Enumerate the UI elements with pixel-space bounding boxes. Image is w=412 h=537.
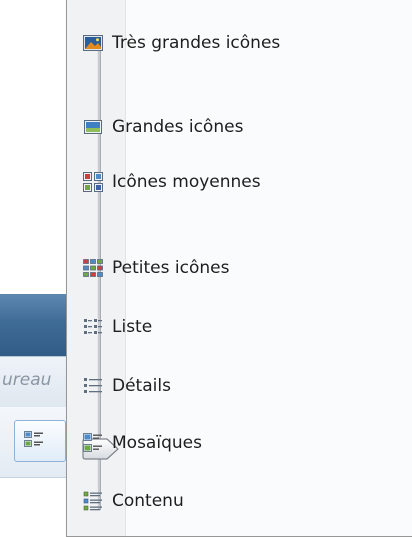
tiles-icon [82,432,104,454]
menu-item-label: Petites icônes [112,258,230,278]
tiles-icon [24,431,43,447]
details-icon [82,375,104,397]
menu-item-label: Icônes moyennes [112,172,261,192]
menu-item-label: Grandes icônes [112,117,244,137]
address-bar-text: ureau [2,370,52,390]
large-icons-icon [82,116,104,138]
menu-item-small-icons[interactable]: Petites icônes [82,253,229,283]
menu-item-label: Détails [112,376,171,396]
extra-large-icons-icon [82,32,104,54]
background-explorer-window: ureau [0,0,66,536]
list-icon [82,316,104,338]
menu-item-details[interactable]: Détails [82,371,171,401]
content-icon [82,490,104,512]
medium-icons-icon [82,171,104,193]
menu-item-tiles[interactable]: Mosaïques [82,428,202,458]
menu-item-extra-large-icons[interactable]: Très grandes icônes [82,28,280,58]
menu-item-label: Mosaïques [112,433,202,453]
menu-item-content[interactable]: Contenu [82,486,184,516]
menu-item-label: Liste [112,317,153,337]
small-icons-icon [82,257,104,279]
menu-item-label: Très grandes icônes [112,33,281,53]
menu-item-medium-icons[interactable]: Icônes moyennes [82,167,261,197]
menu-item-label: Contenu [112,491,184,511]
menu-item-large-icons[interactable]: Grandes icônes [82,112,243,142]
window-title-bar [0,294,66,356]
change-view-button[interactable] [14,420,66,462]
menu-item-list[interactable]: Liste [82,312,152,342]
